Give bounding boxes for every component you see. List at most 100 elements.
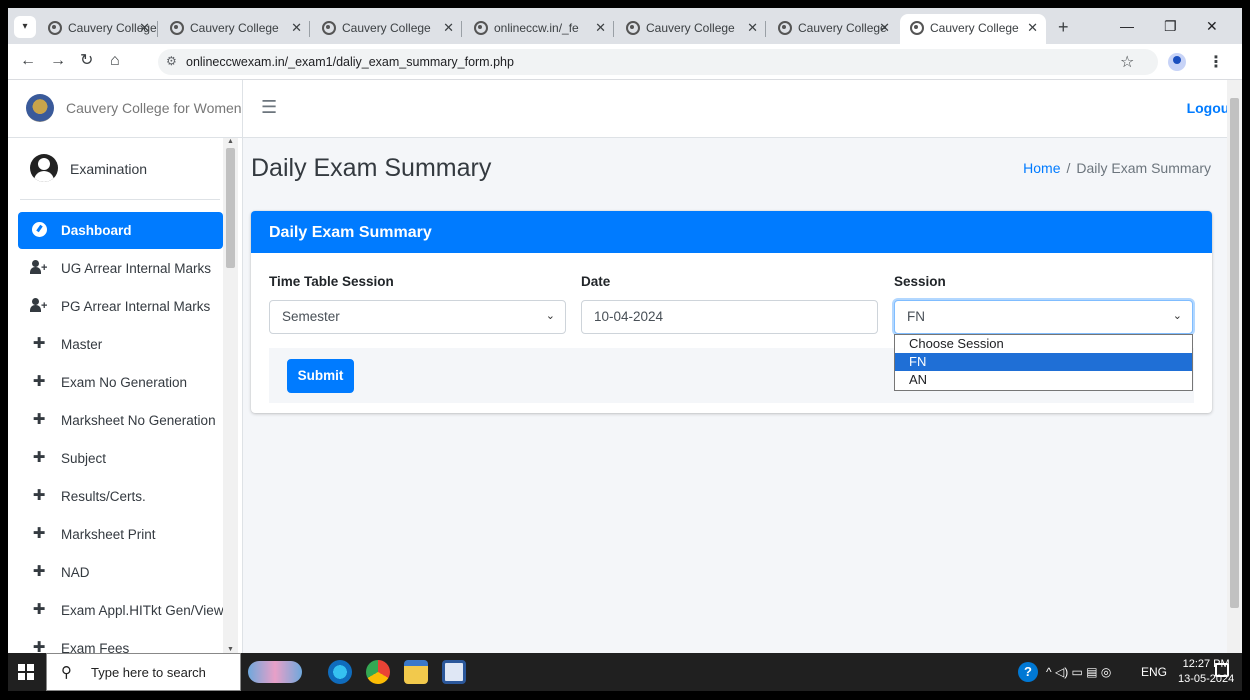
breadcrumb-home-link[interactable]: Home <box>1023 160 1060 176</box>
site-settings-icon[interactable]: ⚙ <box>166 54 177 68</box>
globe-icon <box>626 21 640 35</box>
browser-tab[interactable]: Cauvery College ✕ <box>768 14 898 44</box>
brand-name: Cauvery College for Women <box>66 100 242 116</box>
tab-close-icon[interactable]: ✕ <box>443 14 454 42</box>
bookmark-star-icon[interactable]: ☆ <box>1120 52 1134 72</box>
user-plus-icon: + <box>30 260 48 278</box>
tab-title: Cauvery College <box>646 21 735 35</box>
sidebar-item-label: Results/Certs. <box>61 489 146 504</box>
breadcrumb: Home / Daily Exam Summary <box>1023 160 1211 176</box>
windows-start-icon[interactable] <box>18 664 34 680</box>
dropdown-option[interactable]: AN <box>895 371 1192 389</box>
close-window-icon[interactable]: ✕ <box>1206 18 1218 34</box>
edge-browser-icon[interactable] <box>328 660 352 684</box>
sidebar-item-marksheet-no-generation[interactable]: ✚ Marksheet No Generation <box>18 402 223 440</box>
user-plus-icon: + <box>30 298 48 316</box>
sidebar-item-dashboard[interactable]: Dashboard <box>18 212 223 249</box>
address-bar[interactable]: ⚙ onlineccwexam.in/_exam1/daliy_exam_sum… <box>158 49 1158 75</box>
tab-close-icon[interactable]: ✕ <box>291 14 302 42</box>
hamburger-menu-icon[interactable]: ☰ <box>261 97 277 118</box>
time-table-session-select[interactable]: Semester ⌄ <box>269 300 566 334</box>
tab-title: Cauvery College <box>930 21 1019 35</box>
globe-icon <box>910 21 924 35</box>
globe-icon <box>778 21 792 35</box>
reload-icon[interactable]: ↻ <box>80 52 93 70</box>
language-indicator[interactable]: ENG <box>1141 665 1167 679</box>
sidebar-item-master[interactable]: ✚ Master <box>18 326 223 364</box>
browser-tab[interactable]: onlineccw.in/_fe ✕ <box>464 14 614 44</box>
page-title: Daily Exam Summary <box>251 154 492 182</box>
tab-close-icon[interactable]: ✕ <box>1027 14 1038 42</box>
sidebar-item-label: Marksheet Print <box>61 527 156 542</box>
tab-close-icon[interactable]: ✕ <box>879 14 890 42</box>
chevron-down-icon: ⌄ <box>1172 310 1182 322</box>
restore-icon[interactable]: ❐ <box>1164 18 1177 34</box>
session-value: FN <box>907 309 925 324</box>
sidebar-item-results-certs[interactable]: ✚ Results/Certs. <box>18 478 223 516</box>
back-arrow-icon[interactable]: ← <box>20 52 36 70</box>
sidebar-item-exam-appl-hitkt[interactable]: ✚ Exam Appl.HITkt Gen/View <box>18 592 223 630</box>
browser-tab[interactable]: Cauvery College ✕ <box>616 14 766 44</box>
browser-tab[interactable]: Cauvery College ✕ <box>38 14 158 44</box>
top-navbar: ☰ Logout <box>243 80 1242 138</box>
taskbar-search-box[interactable]: ⚲ Type here to search <box>46 653 241 691</box>
new-tab-button[interactable]: + <box>1058 18 1069 36</box>
sidebar-item-exam-no-generation[interactable]: ✚ Exam No Generation <box>18 364 223 402</box>
tab-search-chevron-icon[interactable]: ▾ <box>14 16 36 38</box>
browser-tab[interactable]: Cauvery College ✕ <box>160 14 310 44</box>
plus-icon: ✚ <box>32 639 46 654</box>
chrome-browser-icon[interactable] <box>366 660 390 684</box>
forward-arrow-icon[interactable]: → <box>50 52 66 70</box>
lotus-widget-icon[interactable] <box>248 661 302 683</box>
sidebar-item-exam-fees[interactable]: ✚ Exam Fees <box>18 630 223 654</box>
notification-icon[interactable] <box>1215 663 1229 677</box>
url-text[interactable]: onlineccwexam.in/_exam1/daliy_exam_summa… <box>186 55 514 69</box>
sidebar: Cauvery College for Women Examination Da… <box>8 80 243 653</box>
breadcrumb-current: Daily Exam Summary <box>1076 160 1211 176</box>
user-avatar-icon <box>30 154 58 182</box>
sidebar-item-label: Master <box>61 337 103 352</box>
plus-icon: ✚ <box>32 411 46 428</box>
tab-close-icon[interactable]: ✕ <box>595 14 606 42</box>
sidebar-item-label: PG Arrear Internal Marks <box>61 299 211 314</box>
sidebar-item-label: NAD <box>61 565 90 580</box>
user-name[interactable]: Examination <box>70 161 147 177</box>
browser-menu-icon[interactable]: ⋮ <box>1208 52 1224 72</box>
session-select[interactable]: FN ⌄ <box>894 300 1193 334</box>
tab-title: Cauvery College <box>190 21 279 35</box>
profile-avatar-icon[interactable] <box>1168 53 1186 71</box>
tab-close-icon[interactable]: ✕ <box>139 14 150 42</box>
sidebar-item-ug-arrear[interactable]: + UG Arrear Internal Marks <box>18 250 223 288</box>
tab-title: Cauvery College <box>342 21 431 35</box>
sidebar-scrollbar[interactable]: ▲ ▼ <box>223 138 238 653</box>
browser-tab-active[interactable]: Cauvery College ✕ <box>900 14 1046 44</box>
sidebar-item-label: Exam Appl.HITkt Gen/View <box>61 603 223 618</box>
content-header: Daily Exam Summary Home / Daily Exam Summa… <box>243 138 1227 202</box>
notepad-app-icon[interactable] <box>442 660 466 684</box>
sidebar-item-label: Marksheet No Generation <box>61 413 216 428</box>
dropdown-option-selected[interactable]: FN <box>895 353 1192 371</box>
card-header: Daily Exam Summary <box>251 211 1212 253</box>
submit-button[interactable]: Submit <box>287 359 354 393</box>
globe-icon <box>170 21 184 35</box>
minimize-icon[interactable]: — <box>1120 18 1134 34</box>
sidebar-item-nad[interactable]: ✚ NAD <box>18 554 223 592</box>
browser-tab[interactable]: Cauvery College ✕ <box>312 14 462 44</box>
dropdown-option[interactable]: Choose Session <box>895 335 1192 353</box>
sidebar-item-label: Exam No Generation <box>61 375 188 390</box>
plus-icon: ✚ <box>32 563 46 580</box>
sidebar-item-subject[interactable]: ✚ Subject <box>18 440 223 478</box>
tab-close-icon[interactable]: ✕ <box>747 14 758 42</box>
help-icon[interactable]: ? <box>1018 662 1038 682</box>
plus-icon: ✚ <box>32 487 46 504</box>
home-icon[interactable]: ⌂ <box>110 52 120 70</box>
globe-icon <box>322 21 336 35</box>
sidebar-item-marksheet-print[interactable]: ✚ Marksheet Print <box>18 516 223 554</box>
sidebar-item-pg-arrear[interactable]: + PG Arrear Internal Marks <box>18 288 223 326</box>
brand-link[interactable]: Cauvery College for Women <box>8 80 242 138</box>
file-explorer-icon[interactable] <box>404 660 428 684</box>
system-tray-icons[interactable]: ^ ◁) ▭ ▤ ◎ <box>1046 665 1111 679</box>
page-scrollbar[interactable] <box>1227 80 1242 653</box>
date-input[interactable]: 10-04-2024 <box>581 300 878 334</box>
session-dropdown-list[interactable]: Choose Session FN AN <box>894 334 1193 391</box>
